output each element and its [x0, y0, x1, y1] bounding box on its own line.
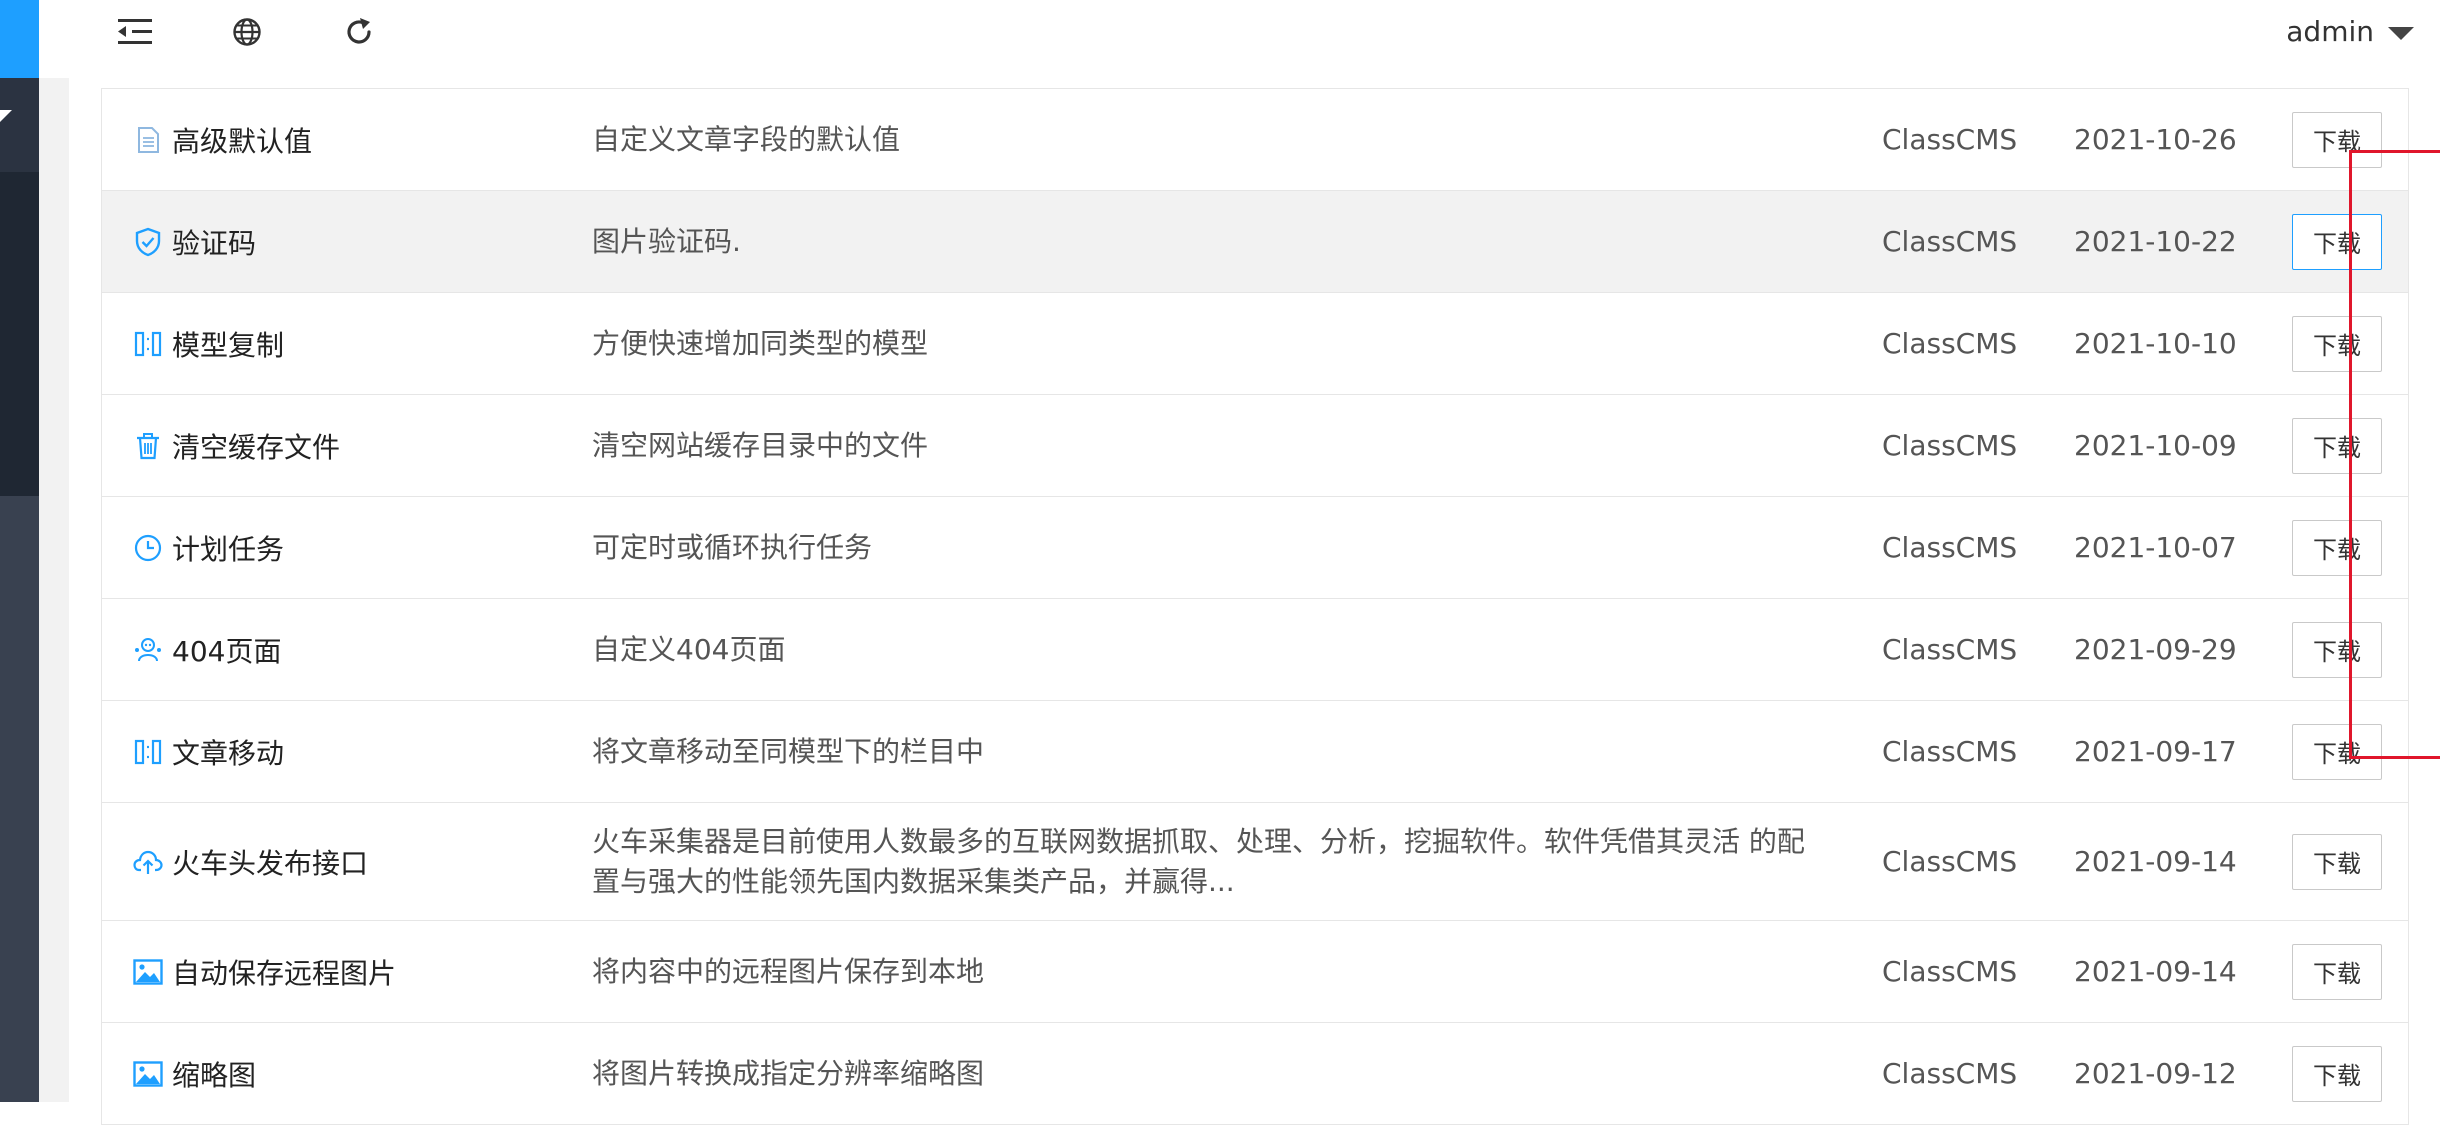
- download-button[interactable]: 下载: [2292, 1045, 2382, 1102]
- table-row: 自动保存远程图片 将内容中的远程图片保存到本地 ClassCMS 2021-09-14…: [101, 921, 2409, 1023]
- plugin-name: 404页面: [172, 634, 282, 668]
- image-icon: [132, 921, 164, 1022]
- download-cell: 下载: [2292, 1023, 2382, 1124]
- sidebar: [0, 0, 39, 1102]
- plugin-author: ClassCMS: [1882, 531, 2018, 564]
- plugin-description: 自定义404页面: [592, 632, 786, 666]
- plugin-author: ClassCMS: [1882, 633, 2018, 666]
- plugin-author: ClassCMS: [1882, 429, 2018, 462]
- plugin-name: 高级默认值: [172, 124, 313, 158]
- main-content: 高级默认值 自定义文章字段的默认值 ClassCMS 2021-10-26 下载 验证码 图…: [39, 78, 2440, 1125]
- table-row: 模型复制 方便快速增加同类型的模型 ClassCMS 2021-10-10 下载: [101, 293, 2409, 395]
- clock-icon: [132, 497, 164, 598]
- sidebar-logo-area: [0, 0, 39, 78]
- plugin-name: 自动保存远程图片: [172, 956, 397, 990]
- plugin-author: ClassCMS: [1882, 735, 2018, 768]
- highlight-annotation-box: [2349, 150, 2440, 759]
- plugin-date: 2021-10-26: [2074, 123, 2237, 156]
- refresh-icon[interactable]: [335, 12, 383, 52]
- download-button[interactable]: 下载: [2292, 833, 2382, 890]
- chevron-down-icon: [2388, 26, 2414, 40]
- table-row: 缩略图 将图片转换成指定分辨率缩略图 ClassCMS 2021-09-12 下载: [101, 1023, 2409, 1125]
- table-row: 计划任务 可定时或循环执行任务 ClassCMS 2021-10-07 下载: [101, 497, 2409, 599]
- user-name: admin: [2286, 14, 2374, 48]
- download-cell: 下载: [2292, 803, 2382, 920]
- document-icon: [132, 89, 164, 190]
- plugin-author: ClassCMS: [1882, 327, 2018, 360]
- plugin-author: ClassCMS: [1882, 955, 2018, 988]
- image-icon: [132, 1023, 164, 1124]
- table-row: 文章移动 将文章移动至同模型下的栏目中 ClassCMS 2021-09-17 下载: [101, 701, 2409, 803]
- plugin-author: ClassCMS: [1882, 225, 2018, 258]
- sidebar-item-active[interactable]: [0, 78, 39, 172]
- plugin-name: 模型复制: [172, 328, 285, 362]
- shield-check-icon: [132, 191, 164, 292]
- top-header: admin: [39, 0, 2440, 79]
- globe-icon[interactable]: [223, 12, 271, 52]
- plugin-name: 火车头发布接口: [172, 846, 369, 880]
- sidebar-submenu[interactable]: [0, 172, 39, 496]
- ghost-404-icon: [132, 599, 164, 700]
- plugin-description: 将文章移动至同模型下的栏目中: [592, 734, 985, 768]
- table-row: 清空缓存文件 清空网站缓存目录中的文件 ClassCMS 2021-10-09 下载: [101, 395, 2409, 497]
- plugin-author: ClassCMS: [1882, 845, 2018, 878]
- plugin-description: 清空网站缓存目录中的文件: [592, 428, 929, 462]
- plugin-name: 计划任务: [172, 532, 285, 566]
- plugin-description: 方便快速增加同类型的模型: [592, 326, 929, 360]
- download-button[interactable]: 下载: [2292, 943, 2382, 1000]
- plugin-date: 2021-09-14: [2074, 845, 2237, 878]
- table-row: 火车头发布接口 火车采集器是目前使用人数最多的互联网数据抓取、处理、分析，挖掘软件…: [101, 803, 2409, 921]
- table-row: 验证码 图片验证码. ClassCMS 2021-10-22 下载: [101, 191, 2409, 293]
- trash-icon: [132, 395, 164, 496]
- plugin-date: 2021-10-22: [2074, 225, 2237, 258]
- plugin-author: ClassCMS: [1882, 1057, 2018, 1090]
- copy-model-icon: [132, 293, 164, 394]
- plugin-description: 图片验证码.: [592, 224, 741, 258]
- plugin-description: 火车采集器是目前使用人数最多的互联网数据抓取、处理、分析，挖掘软件。软件凭借其灵…: [592, 824, 1805, 898]
- sidebar-active-indicator: [0, 110, 12, 122]
- plugin-date: 2021-10-07: [2074, 531, 2237, 564]
- plugin-description: 将图片转换成指定分辨率缩略图: [592, 1056, 985, 1090]
- plugin-author: ClassCMS: [1882, 123, 2018, 156]
- table-row: 高级默认值 自定义文章字段的默认值 ClassCMS 2021-10-26 下载: [101, 89, 2409, 191]
- plugin-name: 清空缓存文件: [172, 430, 341, 464]
- plugin-date: 2021-10-10: [2074, 327, 2237, 360]
- plugin-description: 自定义文章字段的默认值: [592, 122, 901, 156]
- plugin-date: 2021-10-09: [2074, 429, 2237, 462]
- table-row: 404页面 自定义404页面 ClassCMS 2021-09-29 下载: [101, 599, 2409, 701]
- plugin-description: 可定时或循环执行任务: [592, 530, 873, 564]
- plugin-table: 高级默认值 自定义文章字段的默认值 ClassCMS 2021-10-26 下载 验证码 图…: [101, 88, 2409, 1125]
- plugin-date: 2021-09-17: [2074, 735, 2237, 768]
- content-panel: 高级默认值 自定义文章字段的默认值 ClassCMS 2021-10-26 下载 验证码 图…: [69, 78, 2440, 1125]
- plugin-name: 验证码: [172, 226, 257, 260]
- user-menu[interactable]: admin: [2286, 10, 2414, 52]
- move-article-icon: [132, 701, 164, 802]
- plugin-date: 2021-09-12: [2074, 1057, 2237, 1090]
- plugin-name: 文章移动: [172, 736, 285, 770]
- plugin-date: 2021-09-29: [2074, 633, 2237, 666]
- plugin-date: 2021-09-14: [2074, 955, 2237, 988]
- download-cell: 下载: [2292, 921, 2382, 1022]
- cloud-upload-icon: [132, 803, 164, 920]
- plugin-description: 将内容中的远程图片保存到本地: [592, 954, 985, 988]
- plugin-name: 缩略图: [172, 1058, 257, 1092]
- menu-fold-icon[interactable]: [111, 12, 159, 52]
